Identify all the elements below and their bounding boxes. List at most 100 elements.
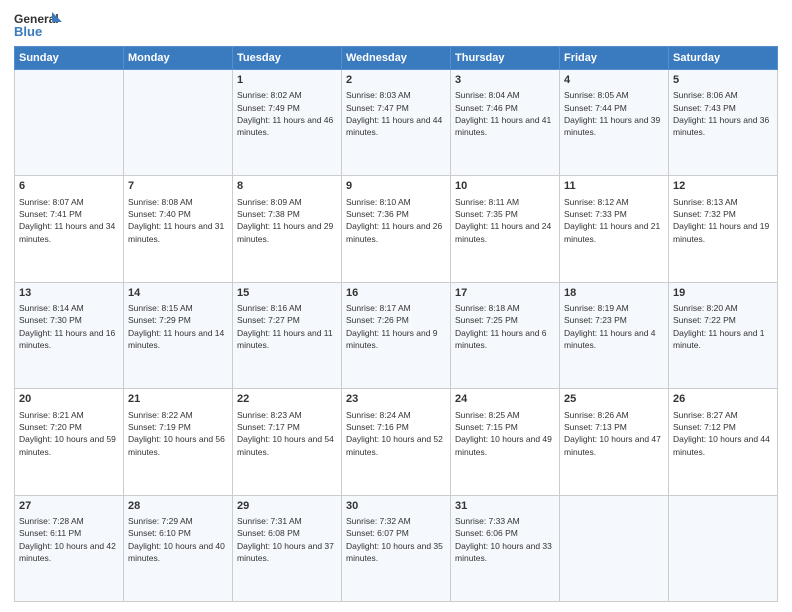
day-number: 3 <box>455 73 555 88</box>
day-number: 5 <box>673 73 773 88</box>
day-number: 26 <box>673 392 773 407</box>
calendar-cell: 20Sunrise: 8:21 AMSunset: 7:20 PMDayligh… <box>15 389 124 495</box>
calendar-cell: 17Sunrise: 8:18 AMSunset: 7:25 PMDayligh… <box>451 282 560 388</box>
cell-info: Sunrise: 8:19 AMSunset: 7:23 PMDaylight:… <box>564 302 664 351</box>
cell-info: Sunrise: 8:08 AMSunset: 7:40 PMDaylight:… <box>128 196 228 245</box>
calendar-cell: 2Sunrise: 8:03 AMSunset: 7:47 PMDaylight… <box>342 70 451 176</box>
calendar-cell: 22 Sunrise: 8:23 AMSunset: 7:17 PMDayligh… <box>233 389 342 495</box>
calendar-cell: 31Sunrise: 7:33 AMSunset: 6:06 PMDayligh… <box>451 495 560 601</box>
header-row: SundayMondayTuesdayWednesdayThursdayFrid… <box>15 47 778 70</box>
calendar-cell: 30Sunrise: 7:32 AMSunset: 6:07 PMDayligh… <box>342 495 451 601</box>
calendar-cell: 27Sunrise: 7:28 AMSunset: 6:11 PMDayligh… <box>15 495 124 601</box>
cell-info: Sunrise: 8:07 AMSunset: 7:41 PMDaylight:… <box>19 196 119 245</box>
calendar-cell: 1Sunrise: 8:02 AMSunset: 7:49 PMDaylight… <box>233 70 342 176</box>
day-number: 2 <box>346 73 446 88</box>
calendar-cell <box>124 70 233 176</box>
cell-info: Sunrise: 8:23 AMSunset: 7:17 PMDaylight:… <box>237 409 337 458</box>
day-number: 30 <box>346 499 446 514</box>
day-number: 24 <box>455 392 555 407</box>
cell-info: Sunrise: 8:11 AMSunset: 7:35 PMDaylight:… <box>455 196 555 245</box>
cell-info: Sunrise: 8:06 AMSunset: 7:43 PMDaylight:… <box>673 89 773 138</box>
cell-info: Sunrise: 8:20 AMSunset: 7:22 PMDaylight:… <box>673 302 773 351</box>
calendar-cell: 16Sunrise: 8:17 AMSunset: 7:26 PMDayligh… <box>342 282 451 388</box>
calendar-cell: 25Sunrise: 8:26 AMSunset: 7:13 PMDayligh… <box>560 389 669 495</box>
day-number: 29 <box>237 499 337 514</box>
col-header-sunday: Sunday <box>15 47 124 70</box>
calendar-cell <box>669 495 778 601</box>
cell-info: Sunrise: 8:27 AMSunset: 7:12 PMDaylight:… <box>673 409 773 458</box>
logo: GeneralBlue <box>14 10 64 40</box>
day-number: 4 <box>564 73 664 88</box>
calendar-cell: 14Sunrise: 8:15 AMSunset: 7:29 PMDayligh… <box>124 282 233 388</box>
day-number: 15 <box>237 286 337 301</box>
calendar-cell: 21Sunrise: 8:22 AMSunset: 7:19 PMDayligh… <box>124 389 233 495</box>
cell-info: Sunrise: 8:21 AMSunset: 7:20 PMDaylight:… <box>19 409 119 458</box>
day-number: 1 <box>237 73 337 88</box>
day-number: 7 <box>128 179 228 194</box>
day-number: 23 <box>346 392 446 407</box>
day-number: 16 <box>346 286 446 301</box>
calendar-cell: 28Sunrise: 7:29 AMSunset: 6:10 PMDayligh… <box>124 495 233 601</box>
day-number: 12 <box>673 179 773 194</box>
calendar-cell: 19Sunrise: 8:20 AMSunset: 7:22 PMDayligh… <box>669 282 778 388</box>
calendar-cell: 11 Sunrise: 8:12 AMSunset: 7:33 PMDayligh… <box>560 176 669 282</box>
calendar-cell: 15Sunrise: 8:16 AMSunset: 7:27 PMDayligh… <box>233 282 342 388</box>
svg-text:Blue: Blue <box>14 24 42 39</box>
calendar-cell: 8 Sunrise: 8:09 AMSunset: 7:38 PMDaylight… <box>233 176 342 282</box>
week-row-4: 27Sunrise: 7:28 AMSunset: 6:11 PMDayligh… <box>15 495 778 601</box>
cell-info: Sunrise: 8:25 AMSunset: 7:15 PMDaylight:… <box>455 409 555 458</box>
calendar-cell: 10 Sunrise: 8:11 AMSunset: 7:35 PMDayligh… <box>451 176 560 282</box>
week-row-1: 6 Sunrise: 8:07 AMSunset: 7:41 PMDaylight… <box>15 176 778 282</box>
cell-info: Sunrise: 8:10 AMSunset: 7:36 PMDaylight:… <box>346 196 446 245</box>
day-number: 22 <box>237 392 337 407</box>
cell-info: Sunrise: 7:31 AMSunset: 6:08 PMDaylight:… <box>237 515 337 564</box>
header: GeneralBlue <box>14 10 778 40</box>
cell-info: Sunrise: 8:13 AMSunset: 7:32 PMDaylight:… <box>673 196 773 245</box>
col-header-saturday: Saturday <box>669 47 778 70</box>
col-header-tuesday: Tuesday <box>233 47 342 70</box>
cell-info: Sunrise: 8:15 AMSunset: 7:29 PMDaylight:… <box>128 302 228 351</box>
cell-info: Sunrise: 7:32 AMSunset: 6:07 PMDaylight:… <box>346 515 446 564</box>
cell-info: Sunrise: 7:29 AMSunset: 6:10 PMDaylight:… <box>128 515 228 564</box>
calendar-cell <box>15 70 124 176</box>
cell-info: Sunrise: 8:14 AMSunset: 7:30 PMDaylight:… <box>19 302 119 351</box>
cell-info: Sunrise: 8:09 AMSunset: 7:38 PMDaylight:… <box>237 196 337 245</box>
calendar-cell: 29Sunrise: 7:31 AMSunset: 6:08 PMDayligh… <box>233 495 342 601</box>
cell-info: Sunrise: 8:16 AMSunset: 7:27 PMDaylight:… <box>237 302 337 351</box>
day-number: 8 <box>237 179 337 194</box>
calendar-table: SundayMondayTuesdayWednesdayThursdayFrid… <box>14 46 778 602</box>
calendar-cell: 4Sunrise: 8:05 AMSunset: 7:44 PMDaylight… <box>560 70 669 176</box>
calendar-cell: 18Sunrise: 8:19 AMSunset: 7:23 PMDayligh… <box>560 282 669 388</box>
calendar-cell: 24 Sunrise: 8:25 AMSunset: 7:15 PMDayligh… <box>451 389 560 495</box>
cell-info: Sunrise: 8:12 AMSunset: 7:33 PMDaylight:… <box>564 196 664 245</box>
page: GeneralBlue SundayMondayTuesdayWednesday… <box>0 0 792 612</box>
calendar-cell: 26 Sunrise: 8:27 AMSunset: 7:12 PMDayligh… <box>669 389 778 495</box>
calendar-cell: 9Sunrise: 8:10 AMSunset: 7:36 PMDaylight… <box>342 176 451 282</box>
day-number: 6 <box>19 179 119 194</box>
calendar-cell <box>560 495 669 601</box>
week-row-0: 1Sunrise: 8:02 AMSunset: 7:49 PMDaylight… <box>15 70 778 176</box>
day-number: 27 <box>19 499 119 514</box>
day-number: 25 <box>564 392 664 407</box>
cell-info: Sunrise: 8:02 AMSunset: 7:49 PMDaylight:… <box>237 89 337 138</box>
day-number: 11 <box>564 179 664 194</box>
day-number: 28 <box>128 499 228 514</box>
col-header-wednesday: Wednesday <box>342 47 451 70</box>
day-number: 13 <box>19 286 119 301</box>
col-header-thursday: Thursday <box>451 47 560 70</box>
cell-info: Sunrise: 8:24 AMSunset: 7:16 PMDaylight:… <box>346 409 446 458</box>
cell-info: Sunrise: 8:05 AMSunset: 7:44 PMDaylight:… <box>564 89 664 138</box>
cell-info: Sunrise: 8:17 AMSunset: 7:26 PMDaylight:… <box>346 302 446 351</box>
calendar-cell: 7 Sunrise: 8:08 AMSunset: 7:40 PMDaylight… <box>124 176 233 282</box>
day-number: 31 <box>455 499 555 514</box>
cell-info: Sunrise: 7:28 AMSunset: 6:11 PMDaylight:… <box>19 515 119 564</box>
day-number: 10 <box>455 179 555 194</box>
calendar-cell: 13Sunrise: 8:14 AMSunset: 7:30 PMDayligh… <box>15 282 124 388</box>
logo-svg: GeneralBlue <box>14 10 64 40</box>
cell-info: Sunrise: 8:22 AMSunset: 7:19 PMDaylight:… <box>128 409 228 458</box>
week-row-2: 13Sunrise: 8:14 AMSunset: 7:30 PMDayligh… <box>15 282 778 388</box>
cell-info: Sunrise: 8:18 AMSunset: 7:25 PMDaylight:… <box>455 302 555 351</box>
cell-info: Sunrise: 8:03 AMSunset: 7:47 PMDaylight:… <box>346 89 446 138</box>
calendar-cell: 23 Sunrise: 8:24 AMSunset: 7:16 PMDayligh… <box>342 389 451 495</box>
day-number: 18 <box>564 286 664 301</box>
